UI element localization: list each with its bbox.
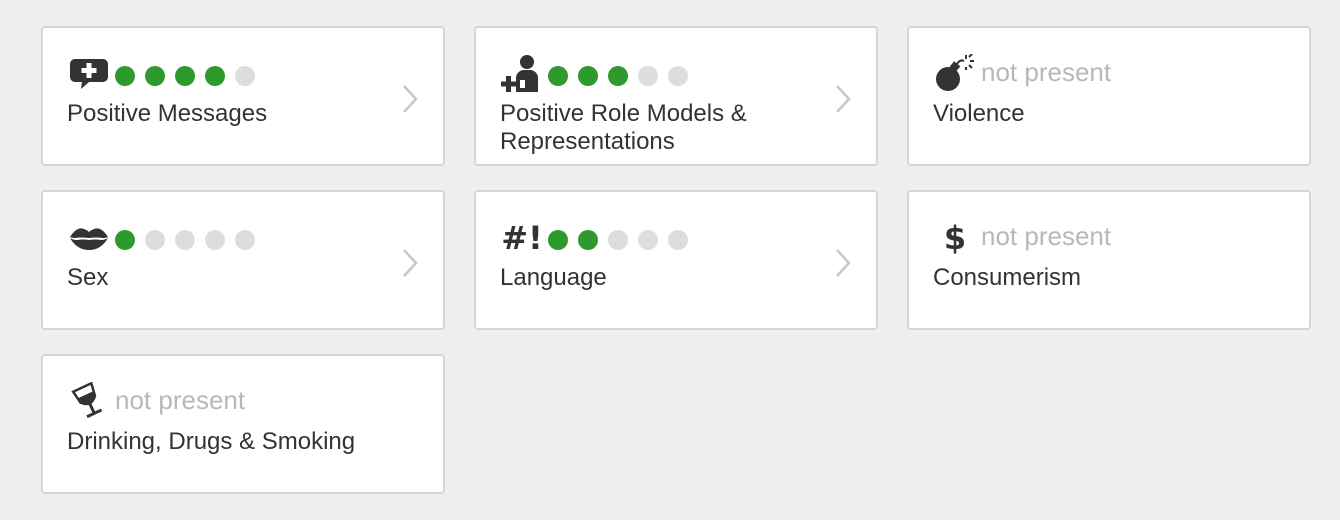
person-plus-icon (500, 54, 544, 94)
not-present-label: not present (115, 385, 246, 415)
rating-dot-filled (145, 66, 165, 86)
card-title: Language (500, 264, 607, 291)
rating-dot-filled (608, 66, 628, 86)
rating-dot-filled (548, 66, 568, 86)
rating-dot-filled (578, 66, 598, 86)
rating-row: #! (500, 218, 698, 258)
speech-bubble-plus-icon (67, 54, 111, 94)
rating-dot-filled (548, 230, 568, 250)
rating-dots (548, 230, 698, 250)
rating-card-violence[interactable]: not present Violence (907, 26, 1311, 166)
rating-card-positive-messages[interactable]: Positive Messages (41, 26, 445, 166)
card-title: Consumerism (933, 264, 1082, 291)
card-title: Drinking, Drugs & Smoking (67, 428, 356, 455)
dollar-sign-icon: $ (943, 219, 967, 257)
rating-dots (548, 66, 698, 86)
card-title: Sex (67, 264, 109, 291)
chevron-right-icon (836, 249, 851, 277)
rating-dots (115, 230, 265, 250)
rating-dot-filled (115, 66, 135, 86)
not-present-label: not present (981, 57, 1112, 87)
rating-dot-filled (115, 230, 135, 250)
rating-dot-filled (205, 66, 225, 86)
rating-dot-empty (668, 66, 688, 86)
rating-row: $ not present (933, 218, 1111, 258)
rating-row: not present (67, 382, 245, 422)
rating-row (67, 218, 265, 258)
chevron-right-icon (403, 249, 418, 277)
chevron-right-icon (403, 85, 418, 113)
rating-dot-empty (638, 230, 658, 250)
rating-dots (115, 66, 265, 86)
rating-card-role-models[interactable]: Positive Role Models & Representations (474, 26, 878, 166)
not-present-label: not present (981, 221, 1112, 251)
rating-dot-empty (175, 230, 195, 250)
rating-card-drinking-drugs-smoking[interactable]: not present Drinking, Drugs & Smoking (41, 354, 445, 494)
hash-exclamation-icon: #! (501, 219, 543, 257)
rating-dot-empty (668, 230, 688, 250)
rating-dot-empty (205, 230, 225, 250)
rating-dot-filled (175, 66, 195, 86)
rating-dot-empty (145, 230, 165, 250)
chevron-right-icon (836, 85, 851, 113)
rating-dot-empty (235, 66, 255, 86)
rating-row (500, 54, 698, 94)
rating-row: not present (933, 54, 1111, 94)
rating-dot-empty (608, 230, 628, 250)
rating-card-language[interactable]: #! Language (474, 190, 878, 330)
rating-dot-empty (638, 66, 658, 86)
card-title: Positive Role Models & Representations (500, 100, 747, 155)
rating-row (67, 54, 265, 94)
bomb-icon (933, 54, 977, 94)
rating-card-sex[interactable]: Sex (41, 190, 445, 330)
rating-card-consumerism[interactable]: $ not present Consumerism (907, 190, 1311, 330)
rating-dot-empty (235, 230, 255, 250)
wine-glass-icon (67, 382, 111, 422)
lips-icon (67, 218, 111, 258)
card-title: Violence (933, 100, 1025, 127)
card-title: Positive Messages (67, 100, 268, 127)
rating-dot-filled (578, 230, 598, 250)
